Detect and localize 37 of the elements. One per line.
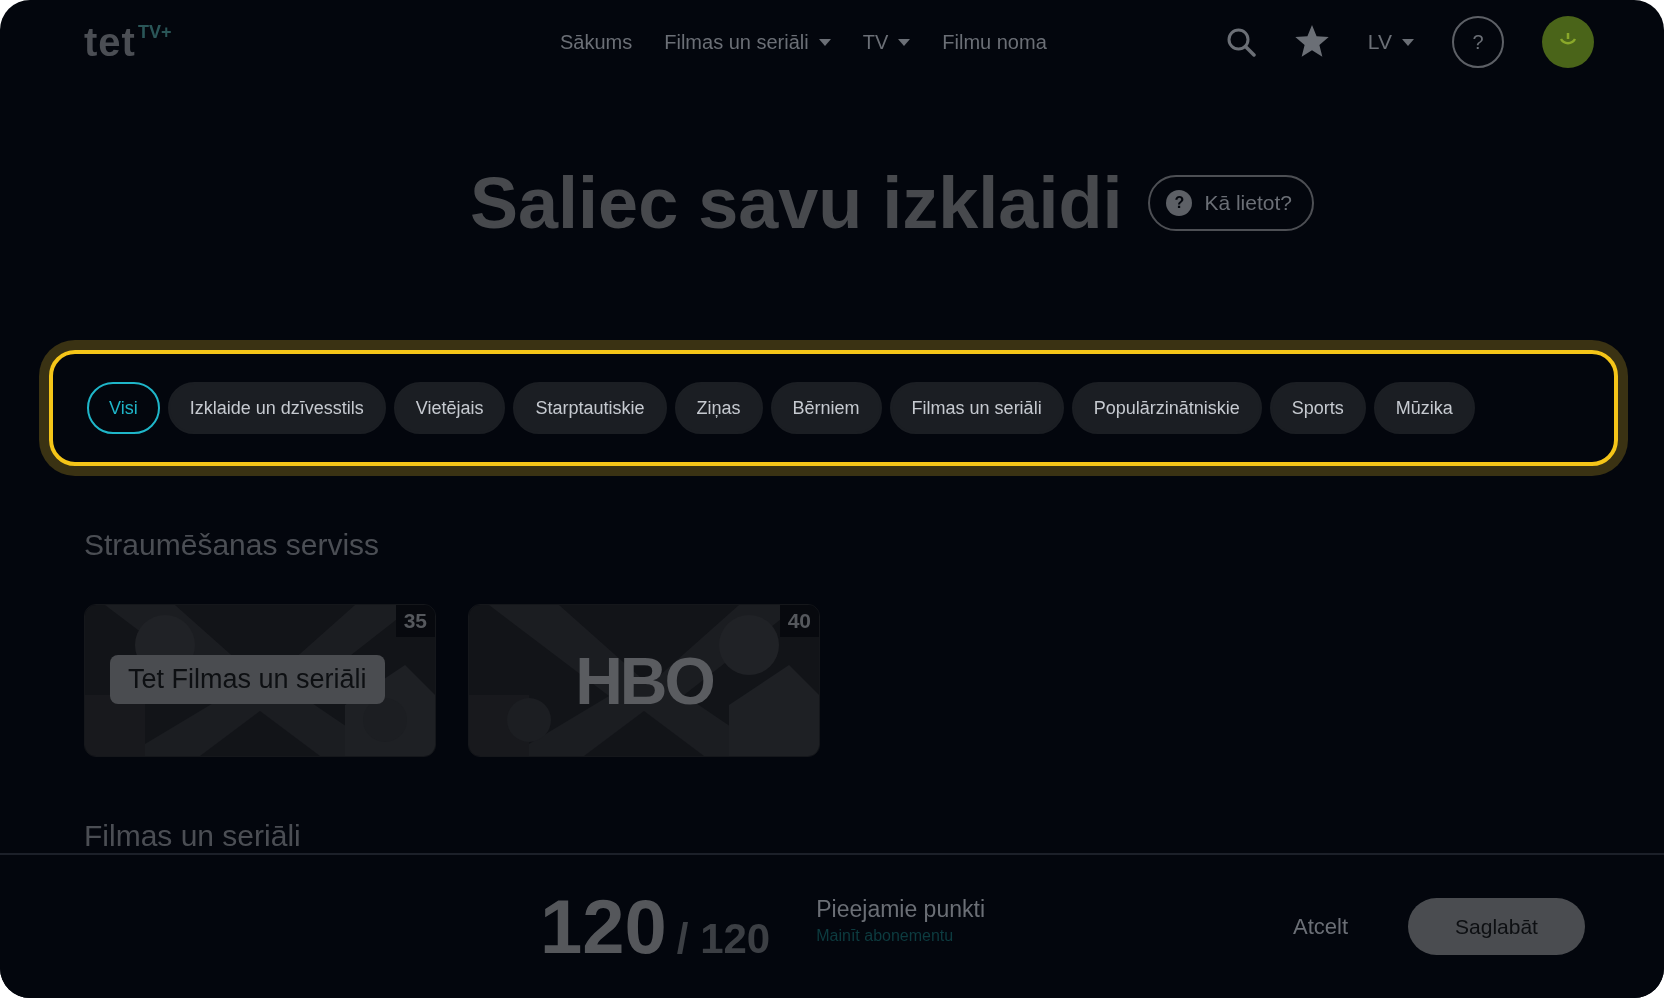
help-button[interactable]: ? xyxy=(1452,16,1504,68)
service-logo: HBO xyxy=(575,643,713,719)
star-icon[interactable] xyxy=(1293,25,1330,59)
nav-link[interactable]: Sākums xyxy=(560,30,633,54)
filter-chip[interactable]: Mūzika xyxy=(1373,382,1475,434)
section-title: Filmas un seriāli xyxy=(84,819,302,853)
page-title: Saliec savu izklaidi xyxy=(470,162,1123,244)
filter-chip[interactable]: Visi xyxy=(87,382,160,434)
filter-chip[interactable]: Ziņas xyxy=(674,382,763,434)
nav-link[interactable]: TV xyxy=(862,30,911,54)
filter-chip[interactable]: Populārzinātniskie xyxy=(1071,382,1262,434)
filter-chip[interactable]: Filmas un seriāli xyxy=(889,382,1064,434)
nav-link[interactable]: Filmu noma xyxy=(942,30,1047,54)
points-value: 120 xyxy=(540,883,667,970)
filter-chip[interactable]: Sports xyxy=(1269,382,1366,434)
caret-icon xyxy=(1402,38,1414,46)
how-to-button[interactable]: ? Kā lietot? xyxy=(1148,175,1314,231)
avatar-icon[interactable] xyxy=(1542,16,1594,68)
save-button[interactable]: Saglabāt xyxy=(1408,898,1585,955)
filter-chip[interactable]: Izklaide un dzīvesstils xyxy=(167,382,386,434)
points-total: / 120 xyxy=(676,915,771,963)
caret-icon xyxy=(818,38,831,46)
filter-chip[interactable]: Starptautiskie xyxy=(513,382,667,434)
section-title: Straumēšanas serviss xyxy=(84,528,381,562)
cancel-button[interactable]: Atcelt xyxy=(1286,912,1354,941)
caret-icon xyxy=(898,38,911,46)
filter-chip[interactable]: Bērniem xyxy=(770,382,882,434)
service-logo: Tet Filmas un seriāli xyxy=(110,655,385,704)
nav-link[interactable]: Filmas un seriāli xyxy=(664,30,831,54)
language-selector[interactable]: LV xyxy=(1367,30,1414,54)
service-card[interactable]: 35 Tet Filmas un seriāli xyxy=(84,604,436,757)
points-badge: 40 xyxy=(779,605,819,637)
points-label: Pieejamie punkti xyxy=(816,896,985,923)
points-badge: 35 xyxy=(395,605,435,637)
filter-chip[interactable]: Vietējais xyxy=(393,382,506,434)
service-card[interactable]: 40 HBO xyxy=(468,604,820,757)
search-icon[interactable] xyxy=(1225,27,1256,57)
